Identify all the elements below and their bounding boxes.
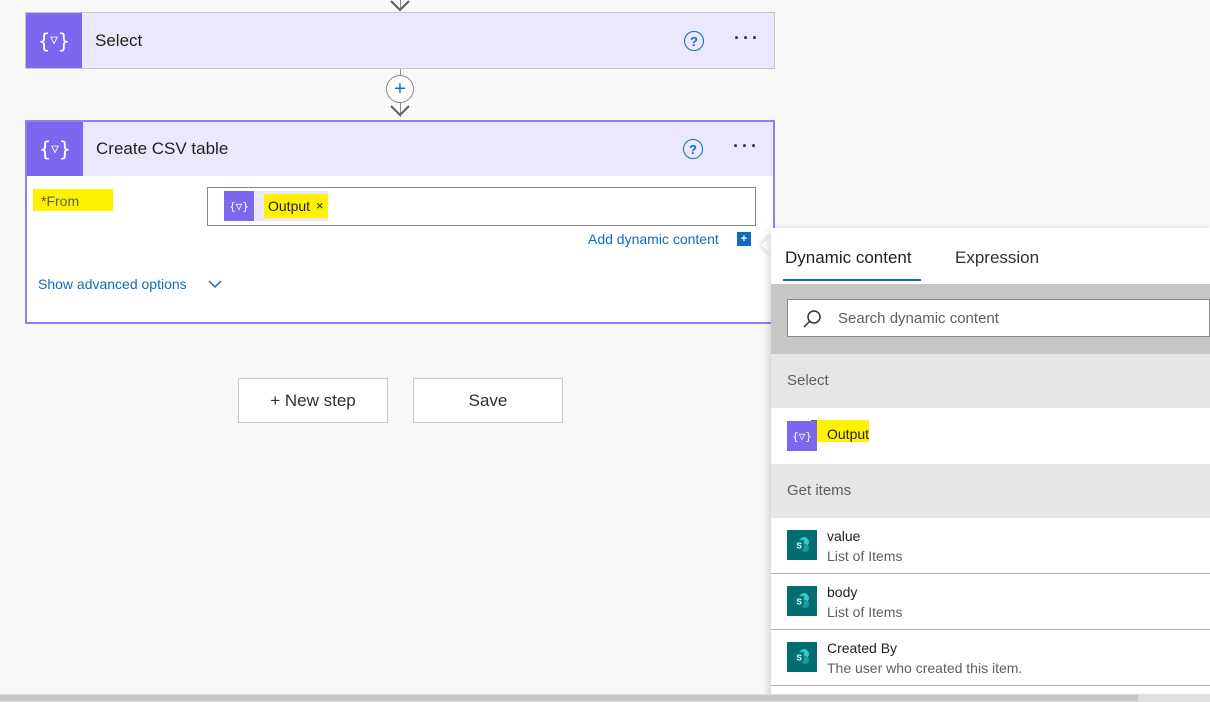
insert-step-button[interactable]: +: [386, 75, 414, 103]
from-field-label: *From: [33, 189, 113, 211]
add-dynamic-content-icon[interactable]: +: [737, 232, 751, 246]
data-operation-icon: {▽}: [26, 13, 82, 68]
sharepoint-icon: S: [787, 642, 817, 672]
select-step-header[interactable]: {▽} Select ? ···: [26, 13, 774, 68]
from-input[interactable]: {▽} Output ×: [207, 187, 756, 226]
dc-item-name: Output: [827, 426, 870, 442]
select-step-card[interactable]: {▽} Select ? ···: [25, 12, 775, 69]
new-step-button[interactable]: + New step: [238, 378, 388, 423]
from-label-text: From: [46, 193, 80, 209]
arrow-down-icon: [390, 0, 410, 12]
dynamic-content-panel: Dynamic content Expression Select Output…: [771, 228, 1210, 702]
arrow-down-icon: [390, 105, 410, 117]
search-area: [771, 284, 1210, 354]
active-tab-indicator: [783, 279, 921, 281]
remove-token-icon[interactable]: ×: [316, 194, 324, 218]
save-button[interactable]: Save: [413, 378, 563, 423]
more-options-icon[interactable]: ···: [734, 28, 761, 49]
dc-item-description: The user who created this item.: [827, 660, 1023, 676]
create-csv-step-header[interactable]: {▽} Create CSV table ? ···: [27, 122, 773, 176]
list-item[interactable]: Output {▽}: [771, 408, 1210, 464]
dc-item-name: body: [827, 584, 858, 600]
sharepoint-icon: S: [787, 530, 817, 560]
svg-text:S: S: [797, 598, 803, 607]
output-token[interactable]: {▽} Output ×: [224, 191, 328, 221]
show-advanced-options-link[interactable]: Show advanced options: [38, 276, 187, 292]
dc-item-name: Created By: [827, 640, 898, 656]
data-operation-icon: {▽}: [787, 421, 817, 451]
data-operation-icon: {▽}: [224, 191, 254, 221]
help-icon[interactable]: ?: [684, 31, 704, 51]
svg-text:S: S: [797, 654, 803, 663]
horizontal-scrollbar-thumb[interactable]: [0, 695, 1138, 701]
create-csv-step-title[interactable]: Create CSV table: [96, 139, 228, 159]
add-dynamic-content-link[interactable]: Add dynamic content: [588, 231, 719, 247]
help-icon[interactable]: ?: [683, 139, 703, 159]
dc-item-description: List of Items: [827, 604, 903, 620]
more-options-icon[interactable]: ···: [733, 136, 760, 157]
select-step-title[interactable]: Select: [95, 31, 142, 51]
data-operation-icon: {▽}: [27, 122, 83, 176]
output-token-label: Output ×: [264, 194, 328, 218]
output-highlight: Output: [811, 420, 870, 442]
search-box[interactable]: [787, 299, 1210, 337]
search-input[interactable]: [838, 300, 1198, 336]
chevron-down-icon[interactable]: [207, 277, 223, 293]
svg-text:S: S: [797, 542, 803, 551]
search-icon: [803, 310, 821, 328]
list-item[interactable]: S Created By The user who created this i…: [771, 630, 1210, 686]
dc-item-name: value: [827, 528, 861, 544]
list-item[interactable]: S body List of Items: [771, 574, 1210, 630]
section-header-get-items: Get items: [771, 464, 1210, 518]
token-label-text: Output: [268, 198, 311, 214]
tab-expression[interactable]: Expression: [955, 248, 1039, 268]
tab-dynamic-content[interactable]: Dynamic content: [785, 248, 912, 268]
list-item[interactable]: S value List of Items: [771, 518, 1210, 574]
sharepoint-icon: S: [787, 586, 817, 616]
dc-item-description: List of Items: [827, 548, 903, 564]
section-header-select: Select: [771, 354, 1210, 408]
